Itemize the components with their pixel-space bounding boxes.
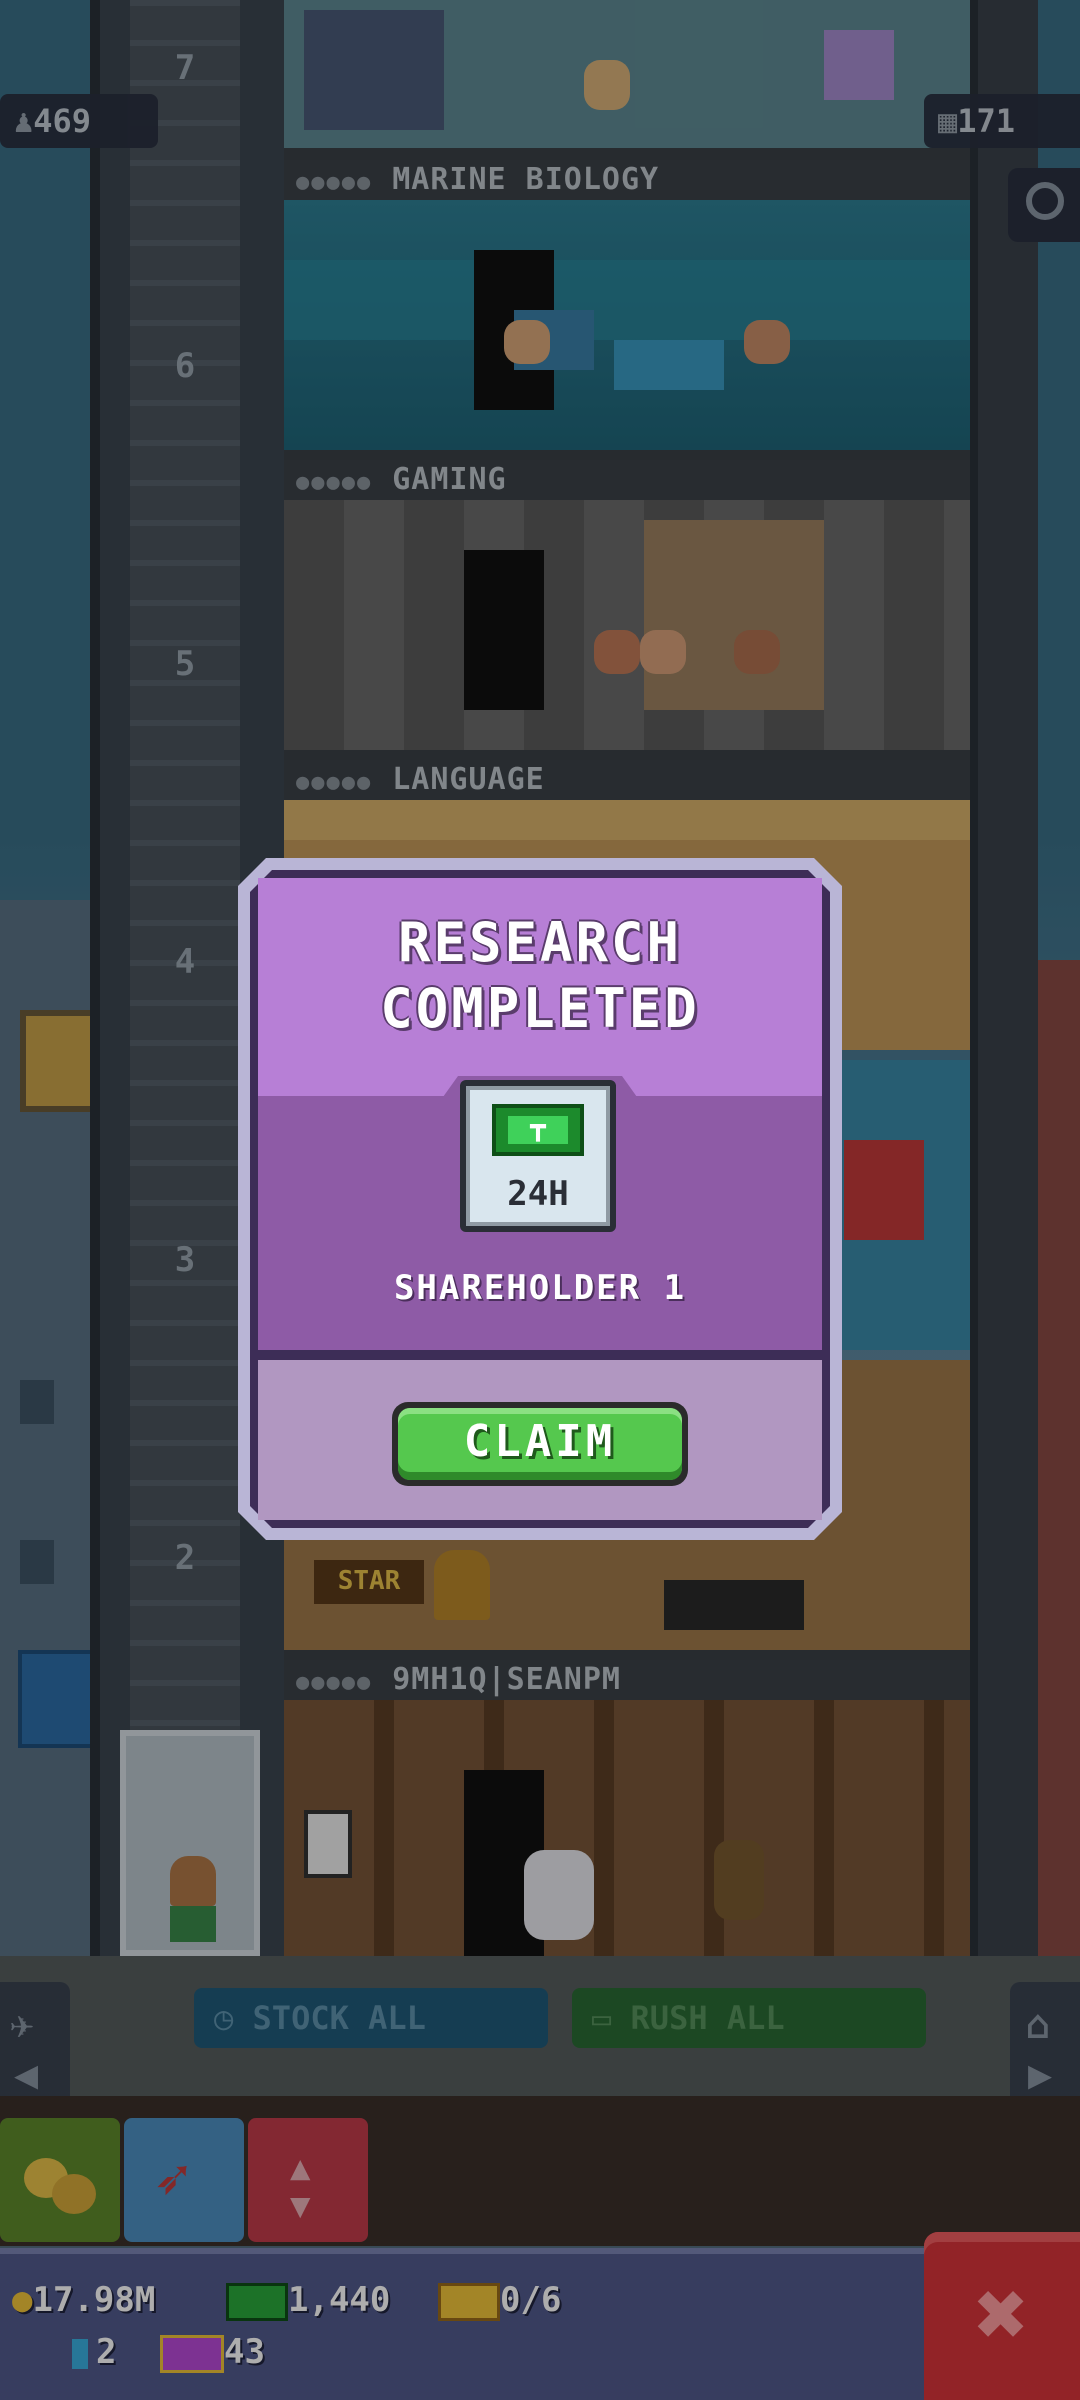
claim-button[interactable]: CLAIM: [392, 1402, 688, 1486]
dialog-title: RESEARCH COMPLETED: [258, 910, 822, 1042]
research-name: SHAREHOLDER 1: [393, 1268, 687, 1308]
bux-glyph: ┳: [530, 1112, 546, 1142]
title-line-2: COMPLETED: [380, 977, 700, 1040]
claim-button-face: CLAIM: [398, 1408, 682, 1480]
research-item-icon: ┳ 24H: [460, 1080, 616, 1232]
bux-icon: ┳: [492, 1104, 584, 1156]
research-completed-dialog: RESEARCH COMPLETED ┳ 24H SHAREHOLDER 1 C…: [238, 858, 842, 1540]
research-duration: 24H: [507, 1174, 569, 1214]
claim-label: CLAIM: [463, 1416, 617, 1467]
title-line-1: RESEARCH: [397, 911, 683, 974]
research-icon-card: ┳ 24H: [466, 1086, 610, 1226]
